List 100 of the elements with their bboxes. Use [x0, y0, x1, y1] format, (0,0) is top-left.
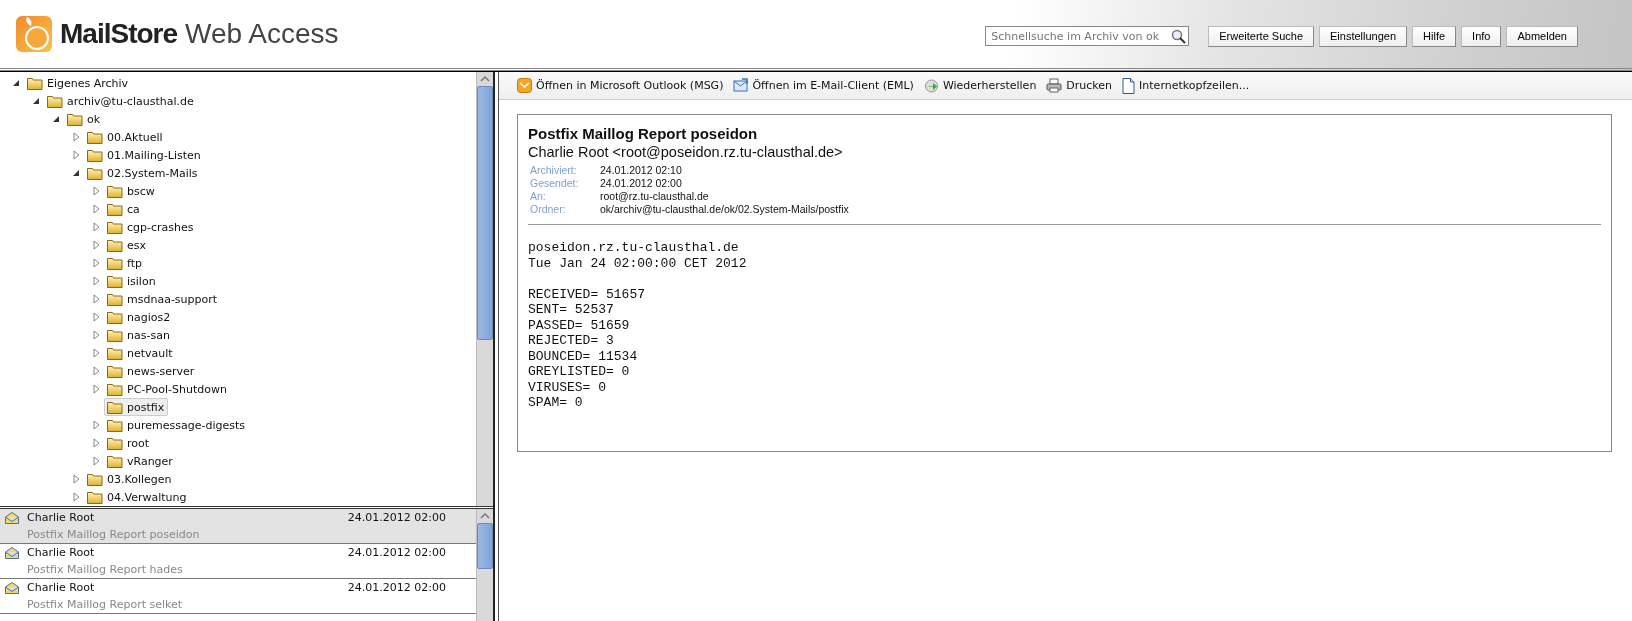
- toolbar-button[interactable]: Öffnen im E-Mail-Client (EML): [733, 78, 914, 93]
- collapse-arrow-icon[interactable]: [72, 169, 80, 177]
- folder-item[interactable]: ok: [64, 110, 105, 128]
- folder-icon: [107, 400, 123, 414]
- collapse-arrow-icon[interactable]: [12, 79, 20, 87]
- search-icon[interactable]: [1171, 29, 1187, 44]
- envelope-arrows-icon: [733, 78, 749, 93]
- logo-icon: [16, 14, 52, 54]
- envelope-icon: [5, 581, 19, 594]
- expand-arrow-icon[interactable]: [92, 456, 100, 466]
- folder-icon: [87, 166, 103, 180]
- folder-icon: [107, 238, 123, 252]
- field-value: root@rz.tu-clausthal.de: [600, 190, 710, 202]
- folder-item[interactable]: cgp-crashes: [104, 218, 198, 236]
- folder-item[interactable]: nas-san: [104, 326, 174, 344]
- folder-item[interactable]: bscw: [104, 182, 159, 200]
- header-button[interactable]: Abmelden: [1506, 25, 1578, 47]
- folder-item[interactable]: msdnaa-support: [104, 290, 222, 308]
- expand-arrow-icon[interactable]: [72, 474, 80, 484]
- folder-item[interactable]: root: [104, 434, 154, 452]
- envelope-icon: [5, 546, 19, 559]
- header-button[interactable]: Erweiterte Suche: [1208, 25, 1314, 47]
- toolbar-button[interactable]: Internetkopfzeilen...: [1122, 77, 1250, 94]
- folder-item[interactable]: postfix: [104, 398, 169, 416]
- folder-item[interactable]: isilon: [104, 272, 160, 290]
- folder-item[interactable]: nagios2: [104, 308, 175, 326]
- message-date: 24.01.2012 02:00: [347, 546, 446, 559]
- header-button[interactable]: Einstellungen: [1319, 25, 1408, 47]
- expand-arrow-icon[interactable]: [92, 366, 100, 376]
- collapse-arrow-icon[interactable]: [52, 115, 60, 123]
- header-button[interactable]: Hilfe: [1412, 25, 1457, 47]
- folder-item[interactable]: puremessage-digests: [104, 416, 249, 434]
- field-label: Archiviert:: [530, 164, 578, 176]
- message-date: 24.01.2012 02:00: [347, 581, 446, 594]
- body-line: BOUNCED= 11534: [528, 348, 639, 364]
- folder-icon: [107, 310, 123, 324]
- folder-item[interactable]: 04.Verwaltung: [84, 488, 191, 506]
- folder-icon: [47, 94, 63, 108]
- field-label: An:: [530, 190, 547, 202]
- message-item[interactable]: Charlie Root 24.01.2012 02:00 Postfix Maillog Report poseidon: [0, 509, 476, 544]
- body-line: SPAM= 0: [528, 395, 584, 411]
- expand-arrow-icon[interactable]: [92, 438, 100, 448]
- search-field[interactable]: Schnellsuche im Archiv von ok: [985, 26, 1190, 46]
- expand-arrow-icon[interactable]: [92, 312, 100, 322]
- field-label: Ordner:: [530, 203, 567, 215]
- document-icon: [1122, 77, 1136, 94]
- expand-arrow-icon[interactable]: [92, 222, 100, 232]
- logo-text: MailStore: [60, 18, 178, 50]
- folder-icon: [107, 274, 123, 288]
- message-sender: Charlie Root: [27, 511, 96, 524]
- folder-icon: [87, 490, 103, 504]
- message-item[interactable]: Charlie Root 24.01.2012 02:00 Postfix Maillog Report selket: [0, 579, 476, 614]
- expand-arrow-icon[interactable]: [92, 294, 100, 304]
- expand-arrow-icon[interactable]: [92, 258, 100, 268]
- body-line: SENT= 52537: [528, 302, 615, 318]
- expand-arrow-icon[interactable]: [92, 330, 100, 340]
- message-sender: Charlie Root: [27, 581, 96, 594]
- folder-item[interactable]: netvault: [104, 344, 177, 362]
- folder-item[interactable]: esx: [104, 236, 150, 254]
- body-line: REJECTED= 3: [528, 333, 615, 349]
- body-line: PASSED= 51659: [528, 317, 631, 333]
- expand-arrow-icon[interactable]: [92, 240, 100, 250]
- folder-icon: [27, 76, 43, 90]
- expand-arrow-icon[interactable]: [92, 186, 100, 196]
- body-line: RECEIVED= 51657: [528, 286, 647, 302]
- folder-icon: [87, 472, 103, 486]
- folder-icon: [107, 328, 123, 342]
- folder-icon: [107, 220, 123, 234]
- folder-icon: [67, 112, 83, 126]
- folder-item[interactable]: Eigenes Archiv: [24, 74, 133, 92]
- folder-item[interactable]: PC-Pool-Shutdown: [104, 380, 231, 398]
- folder-icon: [107, 184, 123, 198]
- collapse-arrow-icon[interactable]: [32, 97, 40, 105]
- expand-arrow-icon[interactable]: [72, 492, 80, 502]
- field-value: 24.01.2012 02:00: [600, 177, 683, 189]
- message-item[interactable]: Charlie Root 24.01.2012 02:00 Postfix Maillog Report hades: [0, 544, 476, 579]
- toolbar-button[interactable]: Öffnen in Microsoft Outlook (MSG): [517, 78, 724, 93]
- expand-arrow-icon[interactable]: [72, 132, 80, 142]
- folder-item[interactable]: 01.Mailing-Listen: [84, 146, 205, 164]
- folder-item[interactable]: ftp: [104, 254, 146, 272]
- expand-arrow-icon[interactable]: [72, 150, 80, 160]
- expand-arrow-icon[interactable]: [92, 204, 100, 214]
- folder-item[interactable]: vRanger: [104, 452, 177, 470]
- scrollbar[interactable]: [476, 72, 493, 506]
- folder-item[interactable]: archiv@tu-clausthal.de: [44, 92, 198, 110]
- toolbar-button[interactable]: Drucken: [1046, 78, 1113, 93]
- expand-arrow-icon[interactable]: [92, 384, 100, 394]
- expand-arrow-icon[interactable]: [92, 420, 100, 430]
- folder-item[interactable]: news-server: [104, 362, 199, 380]
- header-button[interactable]: Info: [1461, 25, 1502, 47]
- scrollbar[interactable]: [476, 509, 493, 621]
- message-title: Postfix Maillog Report poseidon: [528, 125, 759, 142]
- folder-item[interactable]: 03.Kollegen: [84, 470, 176, 488]
- expand-arrow-icon[interactable]: [92, 348, 100, 358]
- body-line: GREYLISTED= 0: [528, 364, 631, 380]
- folder-item[interactable]: 02.System-Mails: [84, 164, 202, 182]
- folder-item[interactable]: 00.Aktuell: [84, 128, 167, 146]
- folder-item[interactable]: ca: [104, 200, 144, 218]
- expand-arrow-icon[interactable]: [92, 276, 100, 286]
- toolbar-button[interactable]: Wiederherstellen: [923, 78, 1037, 93]
